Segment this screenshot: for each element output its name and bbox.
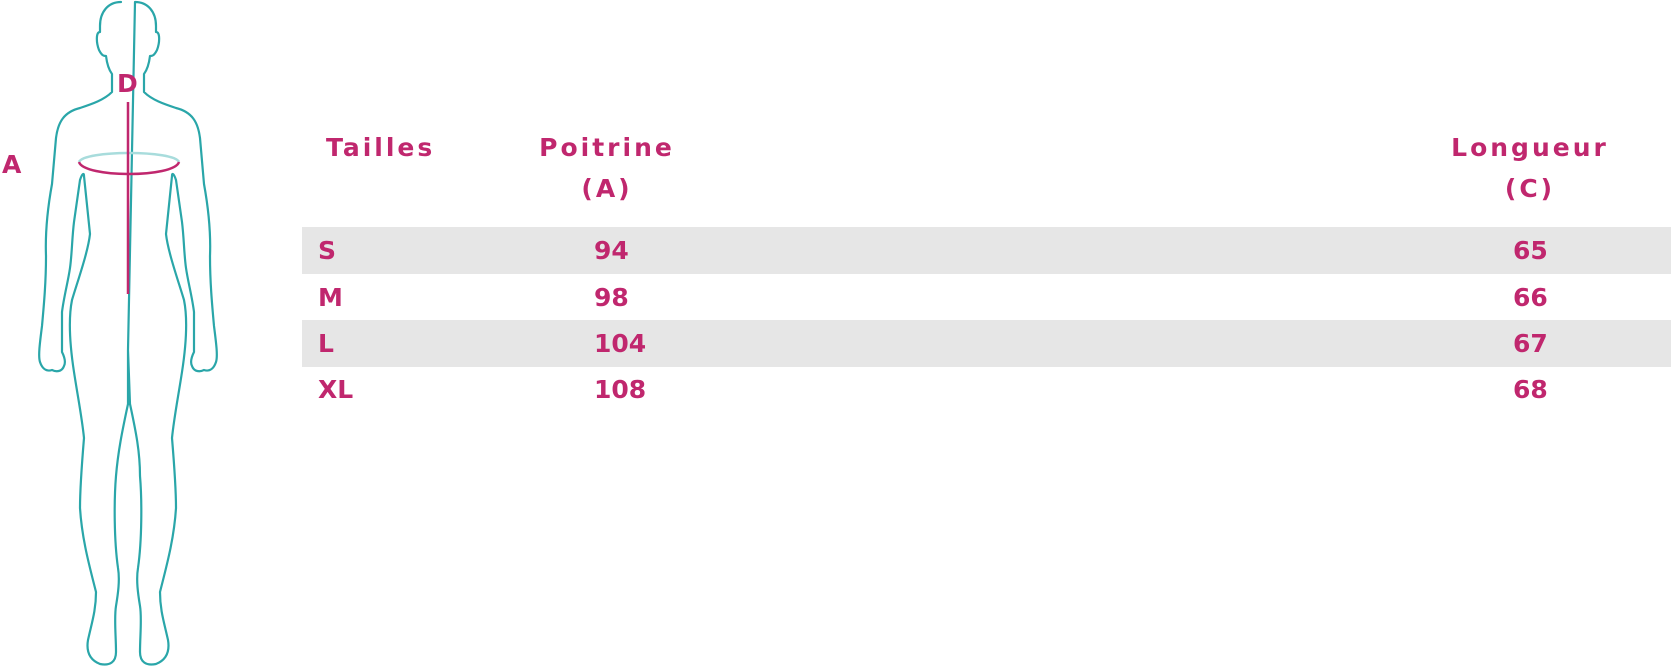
cell-chest: 104	[594, 329, 647, 358]
cell-size: S	[318, 236, 337, 265]
cell-length: 67	[1513, 329, 1548, 358]
cell-size: L	[318, 329, 334, 358]
cell-length: 66	[1513, 283, 1548, 312]
body-silhouette	[38, 0, 218, 666]
length-measure-label: D	[117, 69, 138, 98]
chest-measure-label: A	[2, 150, 22, 179]
table-row: M 98 66	[302, 274, 1671, 321]
cell-size: XL	[318, 375, 354, 404]
table-row: L 104 67	[302, 320, 1671, 367]
table-row: S 94 65	[302, 227, 1671, 274]
body-figure: A D	[0, 0, 240, 666]
cell-length: 65	[1513, 236, 1548, 265]
header-size: Tailles	[326, 133, 436, 162]
cell-size: M	[318, 283, 343, 312]
size-chart-table: Tailles Poitrine (A) Longueur (C) S 94 65 …	[302, 0, 1671, 666]
cell-length: 68	[1513, 375, 1548, 404]
cell-chest: 108	[594, 375, 647, 404]
header-length: Longueur (C)	[1451, 133, 1609, 203]
header-chest: Poitrine (A)	[539, 133, 675, 203]
table-row: XL 108 68	[302, 366, 1671, 413]
body-outline-illustration	[38, 0, 218, 666]
cell-chest: 98	[594, 283, 629, 312]
cell-chest: 94	[594, 236, 629, 265]
